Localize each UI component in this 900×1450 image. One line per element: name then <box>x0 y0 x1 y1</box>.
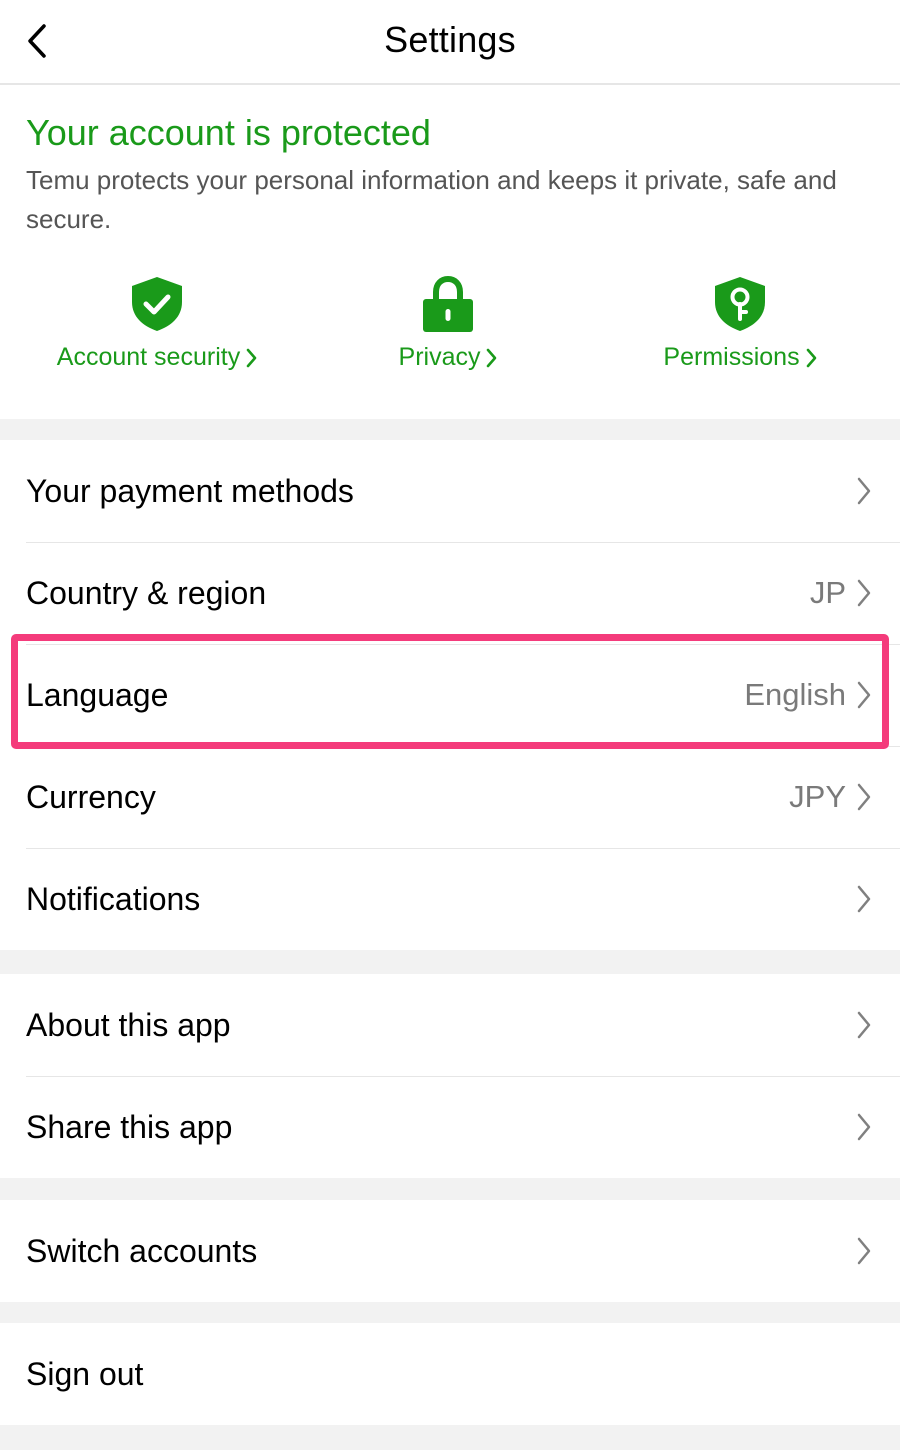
switch-accounts-row[interactable]: Switch accounts <box>0 1200 900 1302</box>
country-region-row[interactable]: Country & region JP <box>0 542 900 644</box>
app-group: About this app Share this app <box>0 974 900 1178</box>
payment-methods-row[interactable]: Your payment methods <box>0 440 900 542</box>
row-label: Notifications <box>26 881 201 917</box>
shield-check-icon <box>132 277 182 331</box>
protection-description: Temu protects your personal information … <box>26 165 837 234</box>
protection-title: Your account is protected <box>26 112 431 153</box>
signout-group: Sign out <box>0 1323 900 1425</box>
row-label: About this app <box>26 1007 231 1043</box>
chevron-right-icon <box>487 348 497 367</box>
row-label: Switch accounts <box>26 1233 258 1269</box>
chevron-right-icon <box>857 783 871 811</box>
country-value: JP <box>809 575 846 610</box>
row-label: Country & region <box>26 575 267 611</box>
share-app-row[interactable]: Share this app <box>0 1076 900 1178</box>
lock-icon <box>423 275 473 332</box>
account-security-link[interactable]: Account security <box>46 275 268 372</box>
row-label: Your payment methods <box>26 473 354 509</box>
row-label: Language <box>26 677 169 713</box>
chevron-right-icon <box>857 1113 871 1141</box>
privacy-link[interactable]: Privacy <box>392 275 504 372</box>
currency-value: JPY <box>789 779 846 814</box>
permissions-link[interactable]: Permissions <box>656 275 824 372</box>
permissions-label: Permissions <box>663 343 800 371</box>
sign-out-row[interactable]: Sign out <box>0 1323 900 1425</box>
chevron-right-icon <box>857 885 871 913</box>
chevron-right-icon <box>806 348 816 367</box>
account-protection-card: Your account is protected Temu protects … <box>0 85 900 419</box>
page-title: Settings <box>384 19 516 60</box>
language-value: English <box>744 677 846 712</box>
chevron-right-icon <box>857 681 871 709</box>
chevron-right-icon <box>857 1011 871 1039</box>
chevron-right-icon <box>857 579 871 607</box>
notifications-row[interactable]: Notifications <box>0 848 900 950</box>
account-security-label: Account security <box>56 343 241 371</box>
chevron-right-icon <box>857 1237 871 1265</box>
privacy-label: Privacy <box>398 343 481 371</box>
currency-row[interactable]: Currency JPY <box>0 746 900 848</box>
about-app-row[interactable]: About this app <box>0 974 900 1076</box>
chevron-right-icon <box>246 348 257 367</box>
row-label: Share this app <box>26 1109 233 1145</box>
preferences-group: Your payment methods Country & region JP… <box>0 440 900 950</box>
row-label: Currency <box>26 779 156 815</box>
shield-key-icon <box>715 277 765 331</box>
account-group: Switch accounts <box>0 1200 900 1302</box>
sign-out-label: Sign out <box>26 1356 144 1392</box>
top-bar: Settings <box>0 0 900 85</box>
chevron-right-icon <box>857 477 871 505</box>
language-row[interactable]: Language English <box>0 644 900 746</box>
